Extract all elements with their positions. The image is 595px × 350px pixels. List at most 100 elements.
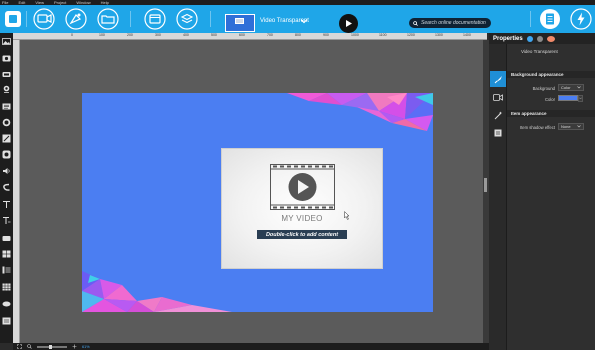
tool-text-field[interactable]	[1, 215, 12, 225]
window-icon	[144, 8, 166, 30]
tool-button[interactable]	[1, 69, 12, 79]
folder-icon	[97, 8, 119, 30]
background-type-select[interactable]: Color	[558, 84, 584, 91]
tab-info[interactable]	[490, 125, 506, 141]
window-button[interactable]	[143, 8, 167, 30]
background-appearance-header[interactable]: Background appearance	[507, 71, 595, 78]
tool-location[interactable]	[1, 84, 12, 94]
new-project-button[interactable]	[2, 8, 24, 30]
pencil-icon	[2, 134, 11, 142]
zoom-icon[interactable]	[27, 344, 32, 349]
paint-button[interactable]	[64, 8, 88, 30]
table-icon	[2, 250, 11, 258]
scrollbar-thumb[interactable]	[484, 178, 487, 192]
zoom-in-icon[interactable]	[72, 344, 77, 349]
color-picker-dropdown[interactable]	[578, 95, 583, 102]
slider-icon	[2, 317, 11, 325]
zoom-slider[interactable]	[37, 344, 67, 349]
background-color-swatch[interactable]	[558, 95, 578, 101]
tool-grid[interactable]	[1, 282, 12, 292]
scene-preview-icon	[235, 18, 244, 24]
tool-table[interactable]	[1, 249, 12, 259]
main-toolbar: Video Transparent	[0, 5, 595, 33]
lightning-button[interactable]	[569, 8, 593, 30]
ruler-tick: 200	[127, 33, 133, 37]
tab-style[interactable]	[490, 71, 506, 87]
timer-icon	[2, 118, 11, 126]
ruler-tick: 500	[211, 33, 217, 37]
shadow-effect-label: Item shadow effect	[519, 125, 555, 130]
tool-text[interactable]	[1, 199, 12, 209]
tab-effects[interactable]	[490, 107, 506, 123]
app-window: File Edit View Project Window Help Video…	[0, 0, 595, 350]
item-appearance-header[interactable]: Item appearance	[507, 110, 595, 117]
list-icon	[2, 266, 11, 274]
document-button[interactable]	[538, 8, 562, 30]
tool-shape[interactable]	[1, 53, 12, 63]
document-icon	[540, 9, 560, 29]
screen-recording-button[interactable]	[32, 8, 56, 30]
video-placeholder[interactable]: MY VIDEO Double-click to add content	[221, 148, 383, 269]
button-icon	[2, 71, 11, 77]
chevron-down-icon	[579, 97, 582, 100]
tool-list[interactable]	[1, 265, 12, 275]
text-field-icon	[3, 216, 11, 224]
layers-icon	[176, 8, 198, 30]
search-icon	[413, 20, 418, 26]
record-icon	[2, 150, 11, 158]
text-icon	[3, 200, 10, 208]
fit-screen-icon[interactable]	[17, 344, 22, 349]
ruler-tick: 600	[239, 33, 245, 37]
tool-pencil[interactable]	[1, 133, 12, 143]
magic-wand-icon	[494, 111, 502, 119]
video-camera-icon	[493, 93, 503, 101]
paint-icon	[65, 8, 87, 30]
ruler-tick: 1100	[379, 33, 387, 37]
toolbar-divider	[26, 11, 27, 27]
properties-title: Properties	[493, 35, 523, 42]
layers-button[interactable]	[175, 8, 199, 30]
ruler-tick: 1400	[463, 33, 471, 37]
properties-header: Properties	[489, 33, 595, 44]
open-folder-button[interactable]	[96, 8, 120, 30]
tab-video-settings[interactable]	[490, 89, 506, 105]
play-icon	[346, 20, 352, 27]
polygon-decoration-top	[287, 93, 433, 131]
shadow-effect-select[interactable]: None	[558, 123, 584, 130]
ellipse-icon	[2, 301, 11, 307]
tool-text-block[interactable]	[1, 101, 12, 111]
arrow-icon	[3, 183, 10, 191]
tool-arrow[interactable]	[1, 182, 12, 192]
status-bar: 61%	[13, 343, 489, 350]
help-icon[interactable]	[526, 35, 533, 42]
ruler-tick: 800	[295, 33, 301, 37]
preview-play-button[interactable]	[339, 14, 358, 33]
documentation-search[interactable]	[409, 18, 491, 28]
polygon-decoration-bottom	[82, 271, 232, 312]
settings-icon[interactable]	[536, 35, 543, 42]
properties-panel: Properties Video Transparent Background …	[489, 33, 595, 350]
properties-tab-strip	[489, 33, 507, 350]
video-title: MY VIDEO	[281, 214, 323, 223]
tool-slider[interactable]	[1, 316, 12, 326]
video-add-content-hint[interactable]: Double-click to add content	[257, 230, 347, 239]
horizontal-ruler: 0 100 200 300 400 500 600 700 800 900 10…	[13, 33, 487, 40]
lightning-icon	[570, 8, 592, 30]
search-input[interactable]	[421, 20, 491, 26]
ruler-tick: 1300	[435, 33, 443, 37]
tool-image[interactable]	[1, 36, 12, 46]
tool-ellipse[interactable]	[1, 299, 12, 309]
background-label: Background	[532, 86, 555, 91]
new-icon	[5, 11, 21, 27]
zoom-level[interactable]: 61%	[82, 345, 90, 349]
tool-timer[interactable]	[1, 117, 12, 127]
chevron-down-icon[interactable]	[300, 17, 308, 25]
tool-record[interactable]	[1, 149, 12, 159]
ruler-tick: 100	[99, 33, 105, 37]
background-type-value: Color	[561, 85, 571, 90]
screen-recording-icon	[33, 8, 55, 30]
toggle-icon[interactable]	[546, 35, 555, 42]
tool-rectangle[interactable]	[1, 233, 12, 243]
tool-audio[interactable]	[1, 166, 12, 176]
scene-thumbnail[interactable]	[225, 14, 255, 32]
